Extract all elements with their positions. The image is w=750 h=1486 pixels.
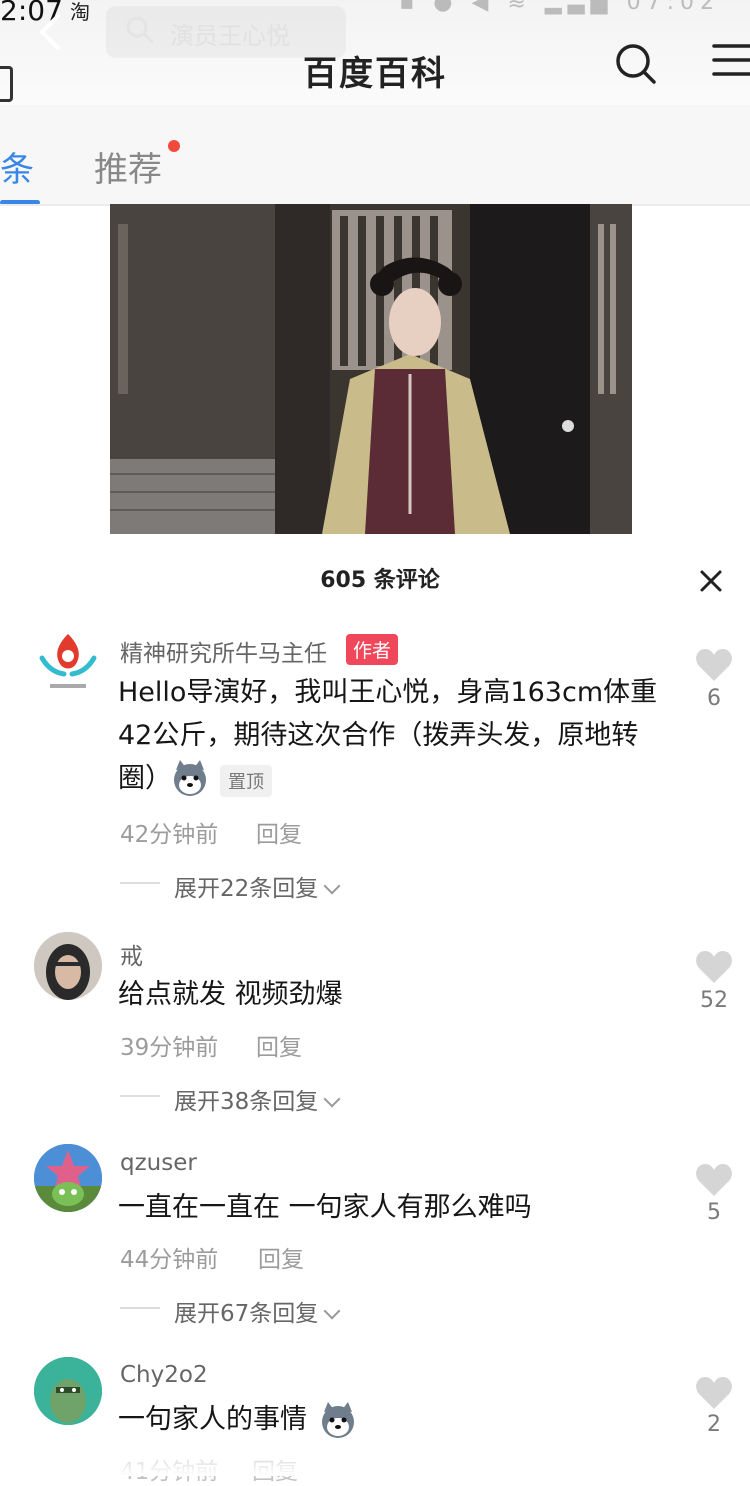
username[interactable]: Chy2o2 bbox=[120, 1362, 208, 1388]
tab-recommend[interactable]: 推荐 bbox=[94, 142, 162, 191]
menu-icon[interactable] bbox=[710, 42, 750, 78]
comment-text-line: 42公斤，期待这次合作（拨弄头发，原地转 bbox=[118, 720, 639, 751]
comment-text-line: 一直在一直在 一句家人有那么难吗 bbox=[118, 1192, 532, 1223]
avatar-logo-icon bbox=[39, 634, 97, 688]
author-badge: 作者 bbox=[346, 634, 399, 665]
like-heart-icon[interactable] bbox=[695, 648, 733, 682]
comment-text-line: 给点就发 视频劲爆 bbox=[118, 979, 343, 1010]
like-count: 5 bbox=[707, 1200, 721, 1225]
chevron-down-icon bbox=[323, 1090, 341, 1108]
video-thumbnail[interactable] bbox=[110, 204, 632, 534]
husky-emoji-icon bbox=[322, 1402, 354, 1438]
carrier-label: 淘 bbox=[70, 0, 90, 24]
like-heart-icon[interactable] bbox=[695, 1163, 733, 1197]
like-count: 52 bbox=[700, 988, 728, 1013]
avatar-cartoon-icon bbox=[34, 1144, 102, 1212]
expand-divider bbox=[120, 882, 160, 884]
comment-time: 39分钟前 bbox=[120, 1035, 219, 1061]
expand-replies-button[interactable]: 展开67条回复 bbox=[174, 1294, 341, 1328]
reply-button[interactable]: 回复 bbox=[256, 815, 302, 849]
like-count: 6 bbox=[707, 686, 721, 711]
comment-text-line: 一句家人的事情 bbox=[118, 1404, 307, 1435]
avatar-photo-icon bbox=[34, 932, 102, 1000]
reply-button[interactable]: 回复 bbox=[256, 1028, 302, 1062]
comment-count: 605 条评论 bbox=[320, 568, 440, 593]
username[interactable]: 精神研究所牛马主任 bbox=[120, 634, 327, 668]
comment-text-line: 圈） bbox=[118, 763, 172, 794]
comment-text-line: Hello导演好，我叫王心悦，身高163cm体重 bbox=[118, 677, 658, 708]
notification-dot bbox=[168, 140, 180, 152]
expand-divider bbox=[120, 1095, 160, 1097]
expand-replies-label: 展开38条回复 bbox=[174, 1089, 319, 1115]
expand-replies-label: 展开22条回复 bbox=[174, 876, 319, 902]
avatar[interactable] bbox=[34, 628, 102, 696]
reply-button[interactable]: 回复 bbox=[258, 1240, 304, 1274]
avatar-cartoon-icon bbox=[34, 1357, 102, 1425]
avatar[interactable] bbox=[34, 1144, 102, 1212]
comment-time: 44分钟前 bbox=[120, 1247, 219, 1273]
status-icons: ▪ ● ◀ ≋ ▂▃▅ 07:02 bbox=[399, 0, 720, 15]
chevron-down-icon bbox=[323, 1302, 341, 1320]
tab-entry[interactable]: 条 bbox=[0, 142, 34, 191]
husky-emoji-icon bbox=[174, 760, 206, 796]
like-heart-icon[interactable] bbox=[695, 950, 733, 984]
bottom-fade bbox=[0, 1454, 750, 1476]
username[interactable]: 戒 bbox=[120, 937, 143, 971]
search-icon[interactable] bbox=[612, 40, 658, 86]
expand-replies-label: 展开67条回复 bbox=[174, 1301, 319, 1327]
like-heart-icon[interactable] bbox=[695, 1376, 733, 1410]
comment-time: 42分钟前 bbox=[120, 822, 219, 848]
avatar[interactable] bbox=[34, 932, 102, 1000]
like-count: 2 bbox=[707, 1412, 721, 1437]
chevron-down-icon bbox=[323, 877, 341, 895]
expand-replies-button[interactable]: 展开22条回复 bbox=[174, 869, 341, 903]
pinned-badge: 置顶 bbox=[220, 765, 272, 797]
close-icon[interactable] bbox=[696, 566, 726, 596]
avatar[interactable] bbox=[34, 1357, 102, 1425]
expand-replies-button[interactable]: 展开38条回复 bbox=[174, 1082, 341, 1116]
username[interactable]: qzuser bbox=[120, 1150, 197, 1176]
search-small-icon bbox=[126, 16, 154, 44]
expand-divider bbox=[120, 1307, 160, 1309]
